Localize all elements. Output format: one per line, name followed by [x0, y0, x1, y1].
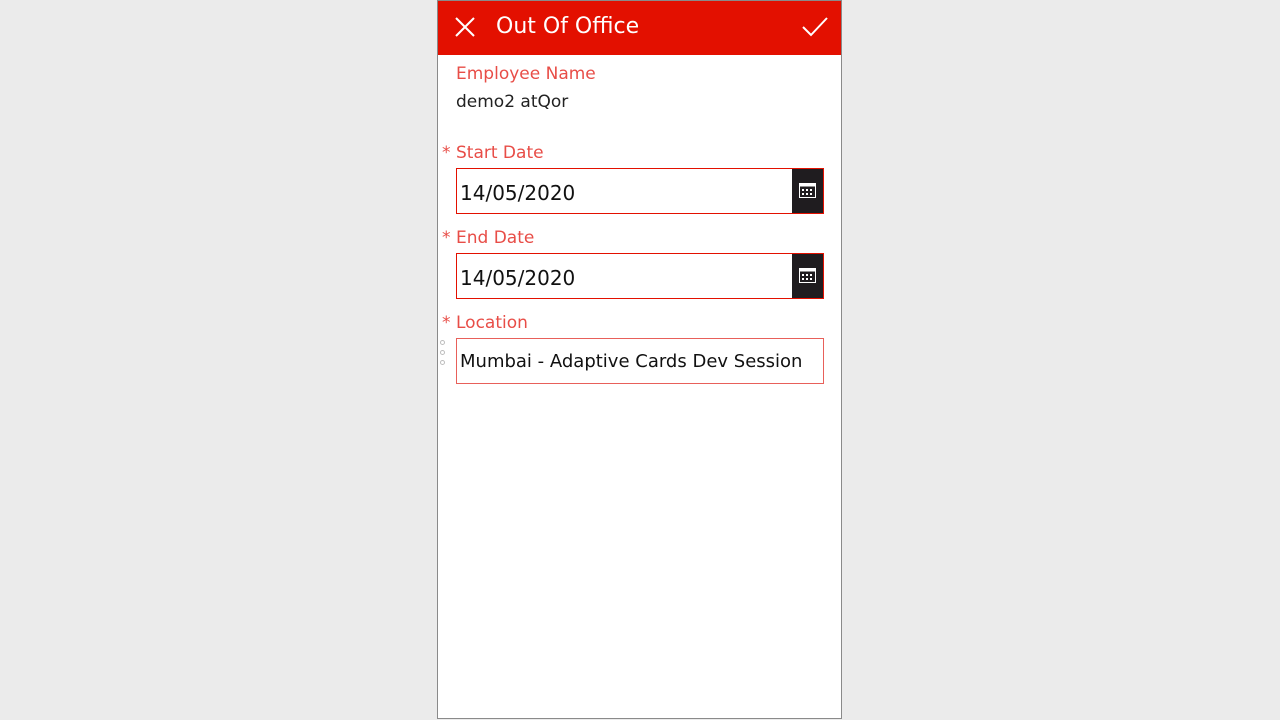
end-date-picker-button[interactable] [792, 254, 823, 298]
close-button[interactable] [454, 16, 476, 38]
location-input[interactable]: Mumbai - Adaptive Cards Dev Session [456, 338, 824, 384]
end-date-field[interactable]: 14/05/2020 [456, 253, 824, 299]
employee-name-label: Employee Name [456, 64, 596, 84]
employee-name-value: demo2 atQor [456, 92, 569, 112]
location-value[interactable]: Mumbai - Adaptive Cards Dev Session [460, 350, 802, 374]
calendar-icon [799, 183, 816, 198]
location-label: Location [456, 313, 528, 333]
start-date-value[interactable]: 14/05/2020 [460, 181, 575, 205]
checkmark-icon [802, 17, 828, 37]
end-date-value[interactable]: 14/05/2020 [460, 266, 575, 290]
location-required-marker: * [442, 313, 451, 333]
start-date-required-marker: * [442, 143, 451, 163]
start-date-label: Start Date [456, 143, 544, 163]
app-header: Out Of Office [438, 0, 841, 55]
page-title: Out Of Office [496, 14, 640, 39]
calendar-icon [799, 268, 816, 283]
end-date-label: End Date [456, 228, 535, 248]
confirm-button[interactable] [801, 15, 829, 39]
start-date-field[interactable]: 14/05/2020 [456, 168, 824, 214]
drag-handle-icon[interactable] [440, 340, 446, 368]
app-screen: Out Of Office Employee Name demo2 atQor … [437, 0, 842, 719]
end-date-required-marker: * [442, 228, 451, 248]
start-date-picker-button[interactable] [792, 169, 823, 213]
close-icon [455, 17, 475, 37]
